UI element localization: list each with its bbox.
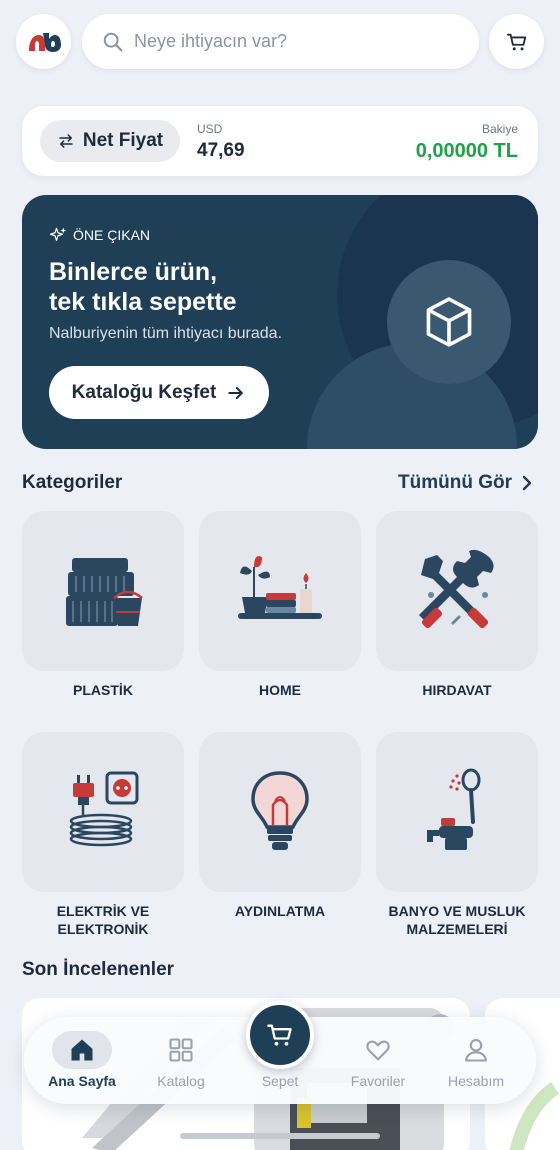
home-icon — [71, 1039, 93, 1061]
category-plastic[interactable]: PLASTİK — [22, 511, 184, 699]
nav-catalog-label: Katalog — [157, 1073, 205, 1089]
category-tile[interactable] — [22, 732, 184, 892]
nav-home[interactable]: Ana Sayfa — [32, 1017, 132, 1104]
category-label: HOME — [259, 682, 301, 698]
category-hardware[interactable]: HIRDAVAT — [376, 511, 538, 699]
hero-headline-line: Binlerce ürün, — [49, 258, 218, 286]
box-icon-badge — [387, 260, 511, 384]
category-tile[interactable] — [199, 511, 361, 671]
category-label: PLASTİK — [73, 682, 133, 698]
home-decor-icon — [238, 556, 322, 619]
nav-catalog[interactable]: Katalog — [131, 1017, 231, 1104]
category-bathroom[interactable]: BANYO VE MUSLUK MALZEMELERİ — [376, 732, 538, 938]
featured-banner: ÖNE ÇIKAN Binlerce ürün, tek tıkla sepet… — [22, 195, 538, 449]
balance-value: 0,00000 TL — [415, 140, 518, 162]
plastic-baskets-icon — [66, 558, 143, 626]
categories-title: Kategoriler — [22, 472, 123, 493]
recent-title: Son İncelenenler — [22, 959, 175, 980]
featured-badge: ÖNE ÇIKAN — [49, 226, 150, 244]
category-label: BANYO VE MUSLUK MALZEMELERİ — [388, 903, 526, 937]
net-price-toggle[interactable]: Net Fiyat — [40, 120, 180, 162]
heart-icon — [366, 1040, 390, 1061]
nav-favorites[interactable]: Favoriler — [328, 1017, 428, 1104]
nav-cart-label: Sepet — [261, 1073, 299, 1089]
nav-account-label: Hesabım — [447, 1073, 505, 1089]
tools-icon — [419, 549, 494, 629]
explore-catalog-button[interactable]: Kataloğu Keşfet — [49, 366, 269, 419]
sparkle-icon — [49, 227, 67, 241]
grid-icon — [169, 1038, 193, 1062]
category-label: AYDINLATMA — [234, 903, 326, 919]
nav-home-pill — [52, 1031, 112, 1069]
cart-fab-button[interactable] — [246, 1001, 314, 1069]
top-bar — [16, 14, 544, 70]
category-tile[interactable] — [22, 511, 184, 671]
search-bar[interactable] — [82, 14, 479, 69]
search-input[interactable] — [134, 31, 454, 52]
currency-label: USD — [197, 122, 223, 136]
nav-account-pill — [446, 1031, 506, 1069]
home-indicator — [180, 1133, 380, 1139]
nav-favorites-pill — [348, 1031, 408, 1069]
arrow-right-icon — [228, 386, 244, 399]
category-electric[interactable]: ELEKTRİK VE ELEKTRONİK — [22, 732, 184, 938]
cart-icon — [506, 33, 526, 50]
see-all-link[interactable]: Tümünü Gör — [398, 472, 534, 494]
nav-account[interactable]: Hesabım — [426, 1017, 526, 1104]
category-lighting[interactable]: AYDINLATMA — [199, 732, 361, 920]
hero-subtitle: Nalburiyenin tüm ihtiyacı burada. — [49, 325, 283, 342]
nav-catalog-pill — [151, 1031, 211, 1069]
plug-cable-icon — [69, 771, 139, 847]
category-label: HIRDAVAT — [422, 682, 492, 698]
brand-logo-icon — [28, 32, 61, 52]
category-tile[interactable] — [376, 511, 538, 671]
cart-button[interactable] — [489, 14, 544, 69]
nav-favorites-label: Favoriler — [350, 1073, 406, 1089]
cart-icon — [267, 1024, 292, 1046]
box-icon — [426, 297, 472, 347]
nav-home-label: Ana Sayfa — [48, 1073, 116, 1089]
hero-headline-line: tek tıkla sepette — [49, 288, 237, 316]
search-icon — [103, 32, 123, 51]
brand-logo[interactable] — [16, 14, 71, 69]
currency-rate: 47,69 — [197, 140, 245, 161]
category-tile[interactable] — [376, 732, 538, 892]
category-tile[interactable] — [199, 732, 361, 892]
category-home[interactable]: HOME — [199, 511, 361, 699]
price-balance-card: Net Fiyat USD 47,69 Bakiye 0,00000 TL — [22, 106, 538, 176]
chevron-right-icon — [522, 475, 532, 491]
swap-icon — [59, 134, 73, 148]
faucet-shower-icon — [427, 768, 481, 850]
user-icon — [465, 1039, 487, 1062]
category-label: ELEKTRİK VE ELEKTRONİK — [56, 903, 150, 937]
see-all-label: Tümünü Gör — [398, 472, 512, 493]
explore-catalog-label: Kataloğu Keşfet — [71, 381, 217, 403]
net-price-label: Net Fiyat — [82, 130, 164, 151]
light-bulb-icon — [251, 771, 309, 850]
hero-headline: Binlerce ürün, tek tıkla sepette — [49, 257, 349, 317]
balance-label: Bakiye — [481, 122, 518, 136]
featured-badge-label: ÖNE ÇIKAN — [73, 227, 151, 243]
